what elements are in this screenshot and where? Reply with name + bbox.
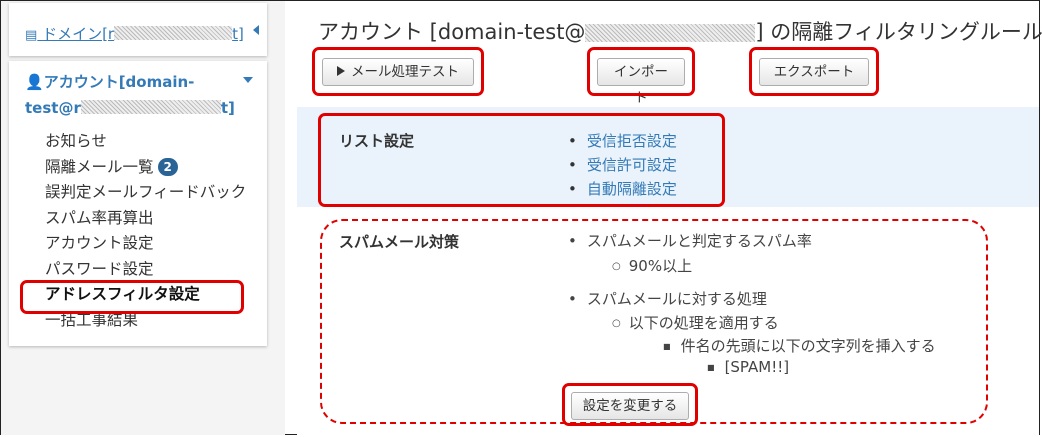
nav-item-account-settings[interactable]: アカウント設定 xyxy=(45,231,246,257)
nav-item-feedback[interactable]: 誤判定メールフィードバック xyxy=(45,180,246,206)
spam-prefix-value: [SPAM!!] xyxy=(707,358,790,376)
list-settings-label: リスト設定 xyxy=(339,132,415,150)
domain-icon: ▤ xyxy=(25,28,38,43)
masked-account xyxy=(80,100,221,114)
nav-item-quarantine[interactable]: 隔離メール一覧 2 xyxy=(45,155,246,181)
spam-process-detail: 件名の先頭に以下の文字列を挿入する xyxy=(663,335,936,356)
nav-item-notices[interactable]: お知らせ xyxy=(45,129,246,155)
mail-test-button[interactable]: メール処理テスト xyxy=(322,58,474,86)
nav-item-bulk-results[interactable]: 一括工事結果 xyxy=(45,308,246,334)
change-settings-button[interactable]: 設定を変更する xyxy=(571,392,689,420)
account-title-line2-start: test@r xyxy=(25,99,81,117)
spam-rate-value: 90%以上 xyxy=(612,255,692,276)
nav-item-address-filter[interactable]: アドレスフィルタ設定 xyxy=(45,282,246,308)
domain-link-label: ドメイン[r xyxy=(42,25,115,43)
page-title: アカウント [domain-test@ ] の隔離フィルタリングルール xyxy=(318,16,1042,46)
masked-domain xyxy=(114,26,233,40)
spam-process-apply: 以下の処理を適用する xyxy=(612,312,779,333)
mail-test-label: メール処理テスト xyxy=(351,64,459,80)
nav-item-password-settings[interactable]: パスワード設定 xyxy=(45,257,246,283)
export-button[interactable]: エクスポート xyxy=(759,58,869,86)
account-title-line1: アカウント[domain- xyxy=(43,73,195,91)
masked-title-domain xyxy=(585,24,756,42)
nav-item-spam-recalc[interactable]: スパム率再算出 xyxy=(45,206,246,232)
domain-link-end: t] xyxy=(232,25,244,43)
reject-list-link[interactable]: 受信拒否設定 xyxy=(568,129,677,153)
allow-list-link[interactable]: 受信許可設定 xyxy=(568,153,677,177)
page-title-end: ] の隔離フィルタリングルール xyxy=(755,20,1042,44)
page-title-start: アカウント [domain-test@ xyxy=(318,20,586,44)
account-title-line2-end: t] xyxy=(220,99,235,117)
auto-quarantine-link[interactable]: 自動隔離設定 xyxy=(568,177,677,201)
account-nav: お知らせ 隔離メール一覧 2 誤判定メールフィードバック スパム率再算出 アカウン… xyxy=(45,129,246,333)
list-settings-links: 受信拒否設定 受信許可設定 自動隔離設定 xyxy=(568,129,677,201)
play-icon xyxy=(337,66,345,76)
expand-caret-icon[interactable] xyxy=(243,77,253,83)
domain-card: ▤ ドメイン[r t] xyxy=(9,3,267,56)
import-button[interactable]: インポート xyxy=(597,58,685,106)
account-title[interactable]: 👤アカウント[domain- test@r t] xyxy=(25,69,245,121)
spam-settings-label: スパムメール対策 xyxy=(339,233,460,251)
spam-process-heading: スパムメールに対する処理 xyxy=(568,288,767,309)
sidebar: ▤ ドメイン[r t] 👤アカウント[domain- test@r t] お知らせ … xyxy=(1,1,285,435)
nav-item-label: 隔離メール一覧 xyxy=(45,157,154,176)
quarantine-count-badge: 2 xyxy=(157,157,178,176)
spam-rate-heading: スパムメールと判定するスパム率 xyxy=(568,230,812,251)
collapse-caret-icon[interactable] xyxy=(253,25,259,35)
domain-link[interactable]: ▤ ドメイン[r t] xyxy=(25,23,244,44)
user-icon: 👤 xyxy=(25,73,44,91)
